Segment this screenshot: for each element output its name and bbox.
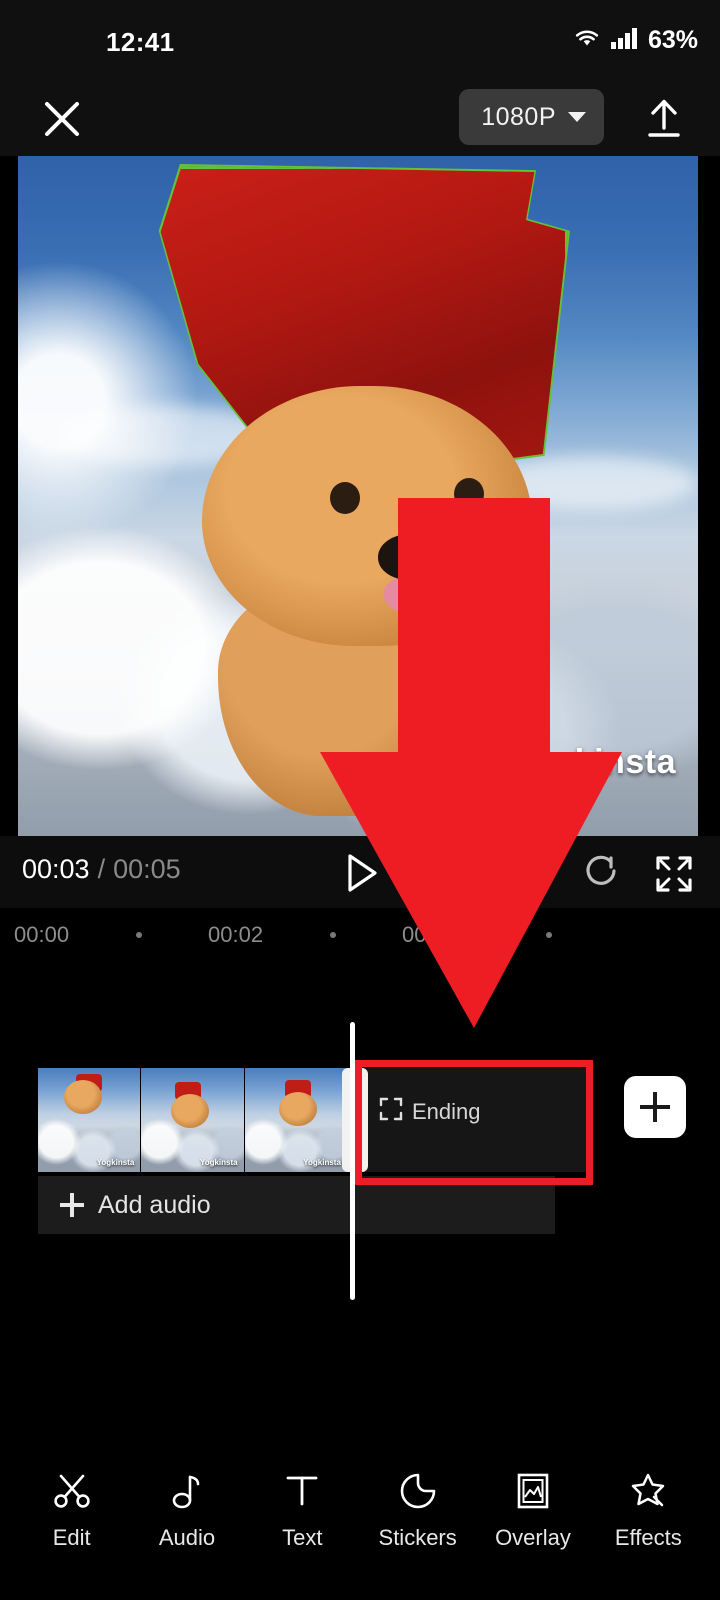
video-preview[interactable]: Yogkinsta [18,156,698,836]
ending-clip-content: Ending [378,1096,481,1127]
ruler-tick-dot [136,932,142,938]
toolbar-item-text[interactable]: Text [246,1471,358,1551]
dog-subject [196,386,536,836]
play-icon[interactable] [335,850,387,896]
dog-eye-left [330,482,360,514]
timeline-ruler[interactable]: 00:00 00:02 00:04 [0,908,720,958]
fullscreen-expand-icon[interactable] [650,852,698,896]
resolution-label: 1080P [481,102,556,131]
clip-thumbnail: Yogkinsta [38,1068,142,1172]
plus-icon [640,1092,670,1122]
status-indicators: 63% [572,26,698,55]
toolbar-item-effects[interactable]: Effects [592,1471,704,1551]
add-audio-track[interactable]: Add audio [38,1176,555,1234]
toolbar-item-label: Overlay [495,1525,571,1550]
bottom-toolbar: Edit Audio Text Stickers Overlay Effects [0,1440,720,1600]
toolbar-item-audio[interactable]: Audio [131,1471,243,1551]
status-bar: 12:41 63% [0,0,720,78]
toolbar-item-label: Effects [614,1525,682,1550]
ruler-label: 00:00 [14,922,70,947]
resolution-selector[interactable]: 1080P [459,89,604,145]
battery-percentage: 63% [647,26,698,54]
playhead[interactable] [350,1022,355,1300]
thumbnail-dog [278,1092,317,1126]
thumbnail-watermark: Yogkinsta [199,1158,238,1167]
overlay-image-icon [513,1471,553,1511]
editor-top-bar: 1080P [0,78,720,156]
total-time: 00:05 [113,854,181,884]
time-separator: / [97,854,106,884]
playback-time: 00:03 / 00:05 [22,854,181,885]
toolbar-item-label: Text [282,1525,323,1550]
preview-watermark: Yogkinsta [511,743,676,781]
scissors-icon [52,1471,92,1511]
ending-clip-label: Ending [412,1098,481,1124]
ruler-tick-dot [330,932,336,938]
clip-thumbnail: Yogkinsta [244,1068,348,1172]
music-note-icon [167,1471,207,1511]
toolbar-item-overlay[interactable]: Overlay [477,1471,589,1551]
toolbar-item-label: Stickers [378,1525,457,1550]
export-upload-icon[interactable] [638,94,690,144]
thumbnail-watermark: Yogkinsta [303,1158,341,1167]
plus-icon [60,1193,84,1217]
redo-arrow-icon[interactable] [576,852,624,896]
toolbar-item-stickers[interactable]: Stickers [362,1471,474,1551]
timeline[interactable]: Yogkinsta Yogkinsta Yogkinsta Ending Add… [0,958,720,1438]
cellular-signal-icon [610,26,640,55]
dog-head [202,386,532,646]
ending-clip[interactable]: Ending [348,1068,592,1172]
ruler-label: 00:02 [208,922,264,947]
text-t-icon [282,1471,322,1511]
capcut-editor-screen: 12:41 63% 1080P Yogkinsta 00:03 / 00:05 … [0,0,720,1600]
video-clip[interactable]: Yogkinsta Yogkinsta Yogkinsta [38,1068,348,1172]
current-time: 00:03 [22,854,90,884]
wifi-icon [572,26,602,55]
ruler-label: 00:04 [402,922,458,947]
toolbar-item-edit[interactable]: Edit [16,1471,128,1551]
dog-tongue [384,576,458,616]
toolbar-item-label: Edit [52,1525,91,1550]
dog-eye-right [454,478,484,510]
thumbnail-watermark: Yogkinsta [96,1158,135,1167]
dog-nose [378,534,442,580]
add-audio-label: Add audio [98,1190,211,1219]
ruler-tick-dot [546,932,552,938]
clip-thumbnail: Yogkinsta [141,1068,245,1172]
chevron-down-icon [568,112,586,122]
add-clip-button[interactable] [624,1076,686,1138]
thumbnail-dog [64,1080,102,1114]
toolbar-item-label: Audio [158,1525,216,1550]
trim-handle-icon[interactable] [342,1068,368,1172]
effects-sparkle-icon [628,1471,668,1511]
player-controls: 00:03 / 00:05 [0,836,720,908]
ending-frame-icon [378,1096,404,1127]
sticker-icon [398,1471,438,1511]
status-time: 12:41 [106,27,175,57]
close-icon[interactable] [38,95,86,143]
